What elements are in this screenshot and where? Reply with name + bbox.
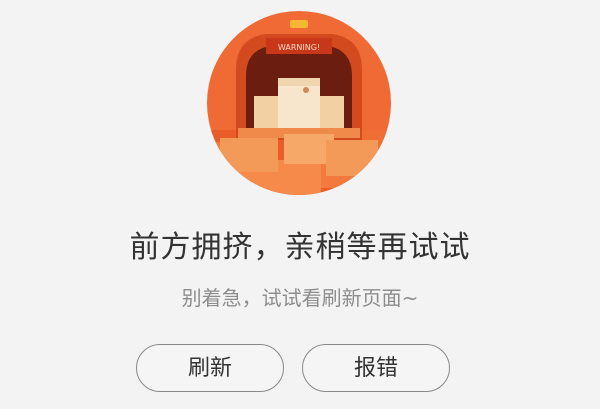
crowded-cart-illustration: WARNING! — [206, 10, 392, 196]
warning-sign-text: WARNING! — [278, 43, 320, 52]
error-title: 前方拥挤，亲稍等再试试 — [129, 230, 471, 265]
crowded-cart-icon: WARNING! — [207, 11, 391, 195]
error-subtitle: 别着急，试试看刷新页面~ — [181, 286, 419, 310]
error-page: WARNING! 前方拥挤，亲稍等再试试 别着急，试试看刷新页面~ 刷新 报错 — [0, 0, 600, 409]
report-error-button[interactable]: 报错 — [302, 344, 450, 392]
refresh-button[interactable]: 刷新 — [136, 344, 284, 392]
